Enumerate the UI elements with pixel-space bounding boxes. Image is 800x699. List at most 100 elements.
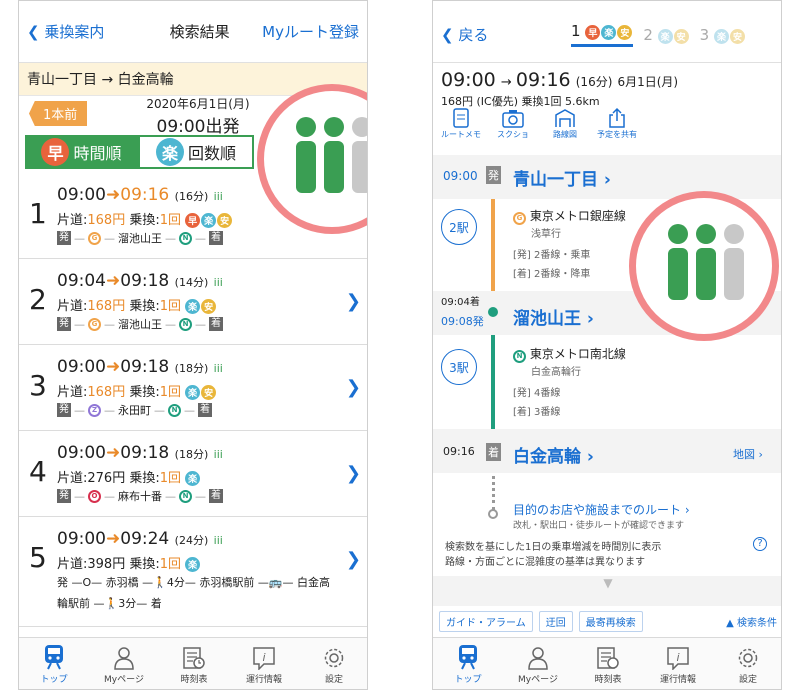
route-times: 09:00➜09:18 (18分) iii — [57, 357, 223, 377]
summary-dep: 09:00 — [441, 69, 496, 91]
transfer-count: 1回 — [159, 213, 182, 228]
search-conditions-button[interactable]: ▲ 検索条件 — [726, 614, 777, 629]
line-icon: G — [88, 317, 101, 331]
leg1-arrive-platform: [着] 2番線・降車 — [513, 268, 591, 280]
tabbar-mypage-label: Myページ — [518, 675, 558, 685]
back-button-right[interactable]: ❮ 戻る — [441, 24, 561, 45]
tabbar-top[interactable]: トップ — [19, 638, 89, 689]
leg1-stops-badge[interactable]: 2駅 — [441, 209, 477, 245]
route-map-button[interactable]: 路線図 — [539, 107, 591, 140]
route-map-label: 路線図 — [553, 130, 577, 139]
station1-time: 09:00 — [443, 169, 478, 183]
depart-mark: 発 — [486, 166, 501, 184]
route-times: 09:04➜09:18 (14分) iii — [57, 271, 223, 291]
route-number: 5 — [29, 541, 47, 574]
tab-transfer-count[interactable]: 楽 回数順 — [138, 135, 254, 169]
route-item[interactable]: 4 09:00➜09:18 (18分) iii 片道:276円 乗換:1回 楽 … — [19, 435, 367, 517]
tabbar-service-info[interactable]: i 運行情報 — [229, 638, 299, 689]
tabbar-mypage-label: Myページ — [104, 675, 144, 685]
raku-icon: 楽 — [185, 385, 201, 400]
tabbar-service-info[interactable]: i 運行情報 — [643, 638, 713, 689]
duration: (18分) — [174, 448, 209, 461]
tabbar-service-info-label: 運行情報 — [659, 675, 696, 685]
right-nav-bar: ❮ 戻る 1 早楽安 2 楽安 3 楽安 — [433, 1, 781, 63]
raku-icon: 楽 — [155, 138, 184, 166]
screenshot-label: スクショ — [497, 130, 529, 139]
tabbar-mypage[interactable]: Myページ — [89, 638, 159, 689]
route-memo-button[interactable]: ルートメモ — [435, 107, 487, 140]
route-item[interactable]: 2 09:04➜09:18 (14分) iii 片道:168円 乗換:1回 楽安… — [19, 263, 367, 345]
route-tab-3[interactable]: 3 楽安 — [700, 26, 746, 44]
fare-label: 片道: — [57, 385, 88, 400]
chevron-right-icon: ❯ — [345, 291, 361, 312]
arr-time: 09:24 — [120, 529, 170, 549]
depart-mark: 発 — [57, 489, 71, 503]
ginza-line-icon: G — [513, 211, 526, 225]
transfer-count: 1回 — [159, 557, 182, 572]
tabbar-settings[interactable]: 設定 — [299, 638, 367, 689]
nearby-research-button[interactable]: 最寄再検索 — [578, 610, 643, 632]
myroute-register-button[interactable]: Myルート登録 — [262, 21, 359, 42]
screenshot-button[interactable]: スクショ — [487, 107, 539, 140]
tabbar-timetable[interactable]: 時刻表 — [573, 638, 643, 689]
tab-time-order[interactable]: 早 時間順 — [25, 135, 138, 169]
share-schedule-button[interactable]: 予定を共有 — [591, 107, 643, 140]
leg2-stops-badge[interactable]: 3駅 — [441, 349, 477, 385]
leg1-info: G 東京メトロ銀座線 浅草行 [発] 2番線・乗車 [着] 2番線・降車 — [513, 207, 626, 280]
destination-route-link[interactable]: 目的のお店や施設までのルート › 改札・駅出口・徒歩ルートが確認できます — [513, 501, 690, 531]
fare-line: 片道:168円 乗換:1回 早楽安 — [57, 209, 233, 228]
station1-name: 青山一丁目 › — [513, 170, 611, 190]
route-path: 発 — Z — 永田町 — N — 着 — [57, 403, 212, 417]
detour-button[interactable]: 迂回 — [538, 610, 573, 632]
tabbar-timetable[interactable]: 時刻表 — [159, 638, 229, 689]
fare: 398円 — [87, 557, 126, 572]
namboku-line-icon: N — [168, 403, 181, 417]
yasu-icon: 安 — [201, 385, 217, 400]
arrive-mark: 着 — [209, 231, 223, 245]
raku-icon: 楽 — [185, 471, 201, 486]
leg1-depart-platform: [発] 2番線・乗車 — [513, 249, 591, 261]
fare: 168円 — [87, 213, 126, 228]
tab-time-order-label: 時間順 — [73, 144, 122, 163]
arr-time: 09:18 — [120, 443, 170, 463]
route-tab-2[interactable]: 2 楽安 — [643, 26, 689, 44]
fare: 276円 — [87, 471, 126, 486]
station2-depart: 09:08発 — [441, 315, 484, 328]
route-summary-header: 09:00 → 09:16 (16分) 6月1日(月) 168円 (IC優先) … — [441, 69, 679, 108]
duration: (24分) — [174, 534, 209, 547]
haya-icon: 早 — [585, 25, 601, 40]
duration: (18分) — [174, 362, 209, 375]
crowding-note: 検索数を基にした1日の乗車増減を時間別に表示 路線・方面ごとに混雑度の基準は異な… — [445, 538, 661, 568]
guide-alarm-button[interactable]: ガイド・アラーム — [439, 610, 533, 632]
timetable-icon — [597, 647, 619, 669]
line-icon: Z — [88, 403, 101, 417]
depart-mark: 発 — [57, 231, 71, 245]
tabbar-mypage[interactable]: Myページ — [503, 638, 573, 689]
route-path-line2: 輪駅前 —🚶3分— 着 — [57, 597, 162, 610]
duration: (16分) — [174, 190, 209, 203]
route-item[interactable]: 3 09:00➜09:18 (18分) iii 片道:168円 乗換:1回 楽安… — [19, 349, 367, 431]
namboku-line-icon: N — [179, 489, 192, 503]
namboku-line-icon: N — [513, 349, 526, 363]
leg2-direction: 白金高輪行 — [531, 366, 581, 378]
chevron-right-icon: ❯ — [345, 463, 361, 484]
raku-icon: 楽 — [657, 28, 673, 44]
station3-name: 白金高輪 › — [513, 447, 594, 467]
route-tab-1[interactable]: 1 早楽安 — [571, 22, 634, 47]
tabbar-settings[interactable]: 設定 — [713, 638, 781, 689]
raku-icon: 楽 — [713, 28, 729, 44]
route-item[interactable]: 5 09:00➜09:24 (24分) iii 片道:398円 乗換:1回 楽 … — [19, 521, 367, 627]
map-link[interactable]: 地図 › — [733, 446, 763, 462]
fare: 168円 — [87, 385, 126, 400]
fare-line: 片道:398円 乗換:1回 楽 — [57, 553, 201, 572]
toolbar: ルートメモ スクショ 路線図 予定を共有 — [435, 107, 643, 140]
dep-time: 09:00 — [57, 357, 106, 377]
previous-train-button[interactable]: 1本前 — [29, 101, 88, 126]
tabbar-top[interactable]: トップ — [433, 638, 503, 689]
fare-line: 片道:168円 乗換:1回 楽安 — [57, 381, 217, 400]
tab-transfer-count-label: 回数順 — [187, 144, 236, 163]
route-path: 発 —O— 赤羽橋 —🚶4分— 赤羽橋駅前 —🚌— 白金高 — [57, 574, 330, 590]
help-icon[interactable]: ? — [753, 537, 767, 551]
collapse-handle[interactable]: ▼ — [433, 576, 781, 606]
back-button[interactable]: ❮ 乗換案内 — [27, 21, 137, 42]
